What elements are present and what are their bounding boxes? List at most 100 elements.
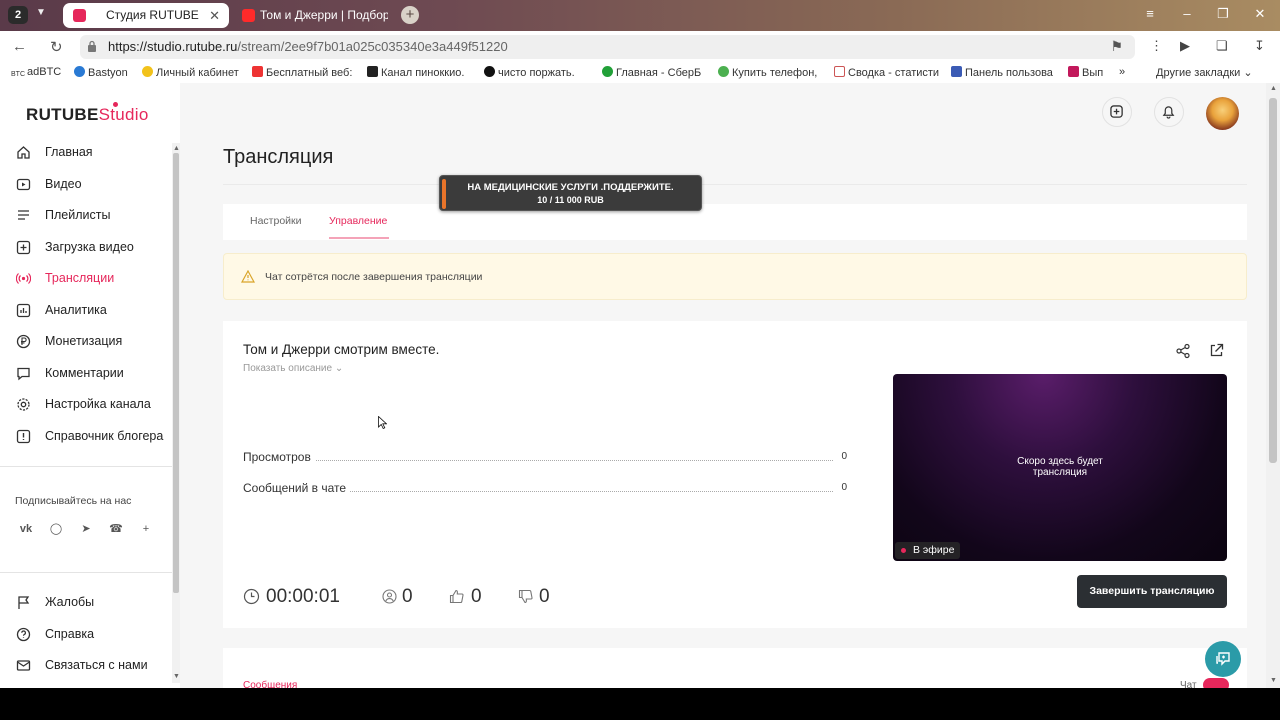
share-icon[interactable] xyxy=(1175,343,1191,359)
back-icon[interactable]: ← xyxy=(12,38,27,55)
chat-bubbles-icon xyxy=(1216,652,1230,666)
close-window-icon[interactable]: ✕ xyxy=(1250,6,1270,22)
logo-main: RUTUBE xyxy=(26,105,99,124)
chevron-down-icon: ⌄ xyxy=(1243,67,1253,79)
duration-value: 00:00:01 xyxy=(266,586,340,607)
alert-text: Чат сотрётся после завершения трансляции xyxy=(265,271,483,283)
tab-counter[interactable]: 2 xyxy=(8,6,28,24)
title-divider xyxy=(223,184,1247,185)
tab-title: Студия RUTUBE xyxy=(106,8,199,22)
telegram-icon[interactable]: ➤ xyxy=(77,520,95,538)
lightbulb-icon xyxy=(142,66,153,77)
live-dot-icon xyxy=(901,548,906,553)
scroll-up-icon[interactable]: ▲ xyxy=(1270,85,1277,92)
donation-goal-overlay: НА МЕДИЦИНСКИЕ УСЛУГИ .ПОДДЕРЖИТЕ. 10 / … xyxy=(439,175,702,211)
browser-menu-icon[interactable]: ≡ xyxy=(1140,6,1160,21)
sidebar-scroll-thumb[interactable] xyxy=(173,153,179,593)
bookmark-pinocchio[interactable]: Канал пиноккио. xyxy=(367,66,464,79)
donation-progress: 10 / 11 000 RUB xyxy=(537,195,604,205)
scroll-down-icon[interactable]: ▼ xyxy=(173,673,180,680)
page-scroll-thumb[interactable] xyxy=(1269,98,1277,463)
end-stream-button[interactable]: Завершить трансляцию xyxy=(1077,575,1227,608)
minimize-icon[interactable]: – xyxy=(1177,6,1197,21)
show-description-toggle[interactable]: Показать описание ⌄ xyxy=(243,363,343,374)
ok-icon[interactable]: ◯ xyxy=(47,520,65,538)
rutube-r-icon xyxy=(367,66,378,77)
vk-icon[interactable]: vk xyxy=(17,520,35,538)
avatar[interactable] xyxy=(1206,97,1239,130)
viber-icon[interactable]: ☎ xyxy=(107,520,125,538)
notifications-button[interactable] xyxy=(1154,97,1184,127)
bookmark-icon[interactable]: ⚑ xyxy=(1110,38,1123,55)
viewers-value: 0 xyxy=(402,586,413,607)
bookmark-panel[interactable]: Панель пользова xyxy=(951,66,1053,79)
page-title: Трансляция xyxy=(223,146,334,168)
bastyon-icon xyxy=(74,66,85,77)
bookmark-vyp[interactable]: Вып xyxy=(1068,66,1103,79)
active-tab-underline xyxy=(329,237,389,239)
other-bookmarks[interactable]: Другие закладки ⌄ xyxy=(1156,66,1253,79)
bookmark-just-laugh[interactable]: чисто поржать. xyxy=(484,66,575,79)
restore-icon[interactable]: ❐ xyxy=(1213,6,1233,22)
dislikes-value: 0 xyxy=(539,586,550,607)
rutube-studio-logo[interactable]: RUTUBE Studio xyxy=(26,102,149,125)
bookmark-bastyon[interactable]: Bastyon xyxy=(74,66,128,79)
bookmark-cabinet[interactable]: Личный кабинет xyxy=(142,66,239,79)
bookmark-sber[interactable]: Главная - СберБ xyxy=(602,66,701,79)
viewer-icon xyxy=(382,589,397,604)
download-icon[interactable]: ↧ xyxy=(1254,38,1265,54)
bookmarks-overflow-icon[interactable]: » xyxy=(1119,66,1125,78)
sidebar-divider xyxy=(0,466,172,467)
rutube-favicon-icon xyxy=(73,9,86,22)
tab-rutube-studio[interactable]: Студия RUTUBE ✕ xyxy=(63,3,229,28)
new-tab-button[interactable]: + xyxy=(401,6,419,24)
media-play-icon[interactable]: ▶ xyxy=(1180,38,1190,54)
broadcast-icon xyxy=(16,273,31,284)
stat-value: 0 xyxy=(837,451,847,462)
url-field[interactable]: https://studio.rutube.ru/stream/2ee9f7b0… xyxy=(80,35,1135,59)
chat-toggle[interactable] xyxy=(1203,678,1229,688)
bookmark-adbtc[interactable]: BTC adBTC xyxy=(11,66,61,82)
bookmark-stats[interactable]: Сводка - статисти xyxy=(834,66,939,79)
stat-label: Просмотров xyxy=(243,450,315,464)
donation-title: НА МЕДИЦИНСКИЕ УСЛУГИ .ПОДДЕРЖИТЕ. xyxy=(467,182,674,193)
bookmarks-bar: BTC adBTC Bastyon Личный кабинет Бесплатн… xyxy=(0,63,1280,83)
stat-label: Сообщений в чате xyxy=(243,481,351,495)
tabs-menu-chevron-icon[interactable]: ▼ xyxy=(36,7,46,18)
dotted-leader xyxy=(243,460,833,461)
open-external-icon[interactable] xyxy=(1209,343,1224,358)
chat-messages-label[interactable]: Сообщения xyxy=(243,680,297,688)
plus-icon[interactable]: + xyxy=(137,520,155,538)
studio-page: RUTUBE Studio Главная Видео Плейлисты Заг… xyxy=(0,83,1280,688)
screen-bottom-bar xyxy=(0,688,1280,720)
page-scrollbar[interactable]: ▲ ▼ xyxy=(1266,83,1280,688)
add-content-button[interactable] xyxy=(1102,97,1132,127)
tab-tom-and-jerry[interactable]: Том и Джерри | Подборк xyxy=(232,3,392,28)
sber-icon xyxy=(602,66,613,77)
support-chat-button[interactable] xyxy=(1205,641,1241,677)
home-icon xyxy=(17,146,30,159)
bookmark-buy-phone[interactable]: Купить телефон, xyxy=(718,66,817,79)
preview-placeholder: Скоро здесь будет трансляция xyxy=(1017,456,1103,478)
more-icon[interactable]: ⋮ xyxy=(1150,38,1163,54)
gear-icon xyxy=(17,398,30,411)
close-tab-icon[interactable]: ✕ xyxy=(209,3,220,28)
reload-icon[interactable]: ↻ xyxy=(50,38,63,56)
bookmark-free-web[interactable]: Бесплатный веб: xyxy=(252,66,352,79)
thumbs-up-icon xyxy=(449,589,464,604)
stat-views: Просмотров 0 xyxy=(243,450,847,466)
scroll-down-icon[interactable]: ▼ xyxy=(1270,677,1277,684)
tab-settings[interactable]: Настройки xyxy=(250,215,302,227)
tab-management[interactable]: Управление xyxy=(329,215,387,227)
live-badge: В эфире xyxy=(895,542,961,559)
extensions-icon[interactable]: ❏ xyxy=(1216,38,1228,54)
thumbs-down-icon xyxy=(518,589,533,604)
scroll-up-icon[interactable]: ▲ xyxy=(173,145,180,152)
stream-preview[interactable]: Скоро здесь будет трансляция В эфире xyxy=(893,374,1227,561)
warning-icon xyxy=(241,270,255,283)
page-tabs: Настройки Управление xyxy=(223,204,1247,240)
likes-value: 0 xyxy=(471,586,482,607)
url-path: /stream/2ee9f7b01a025c035340e3a449f51220 xyxy=(237,39,508,54)
stream-title: Том и Джерри смотрим вместе. xyxy=(243,342,440,357)
sidebar-scrollbar[interactable]: ▲ ▼ xyxy=(172,143,180,683)
